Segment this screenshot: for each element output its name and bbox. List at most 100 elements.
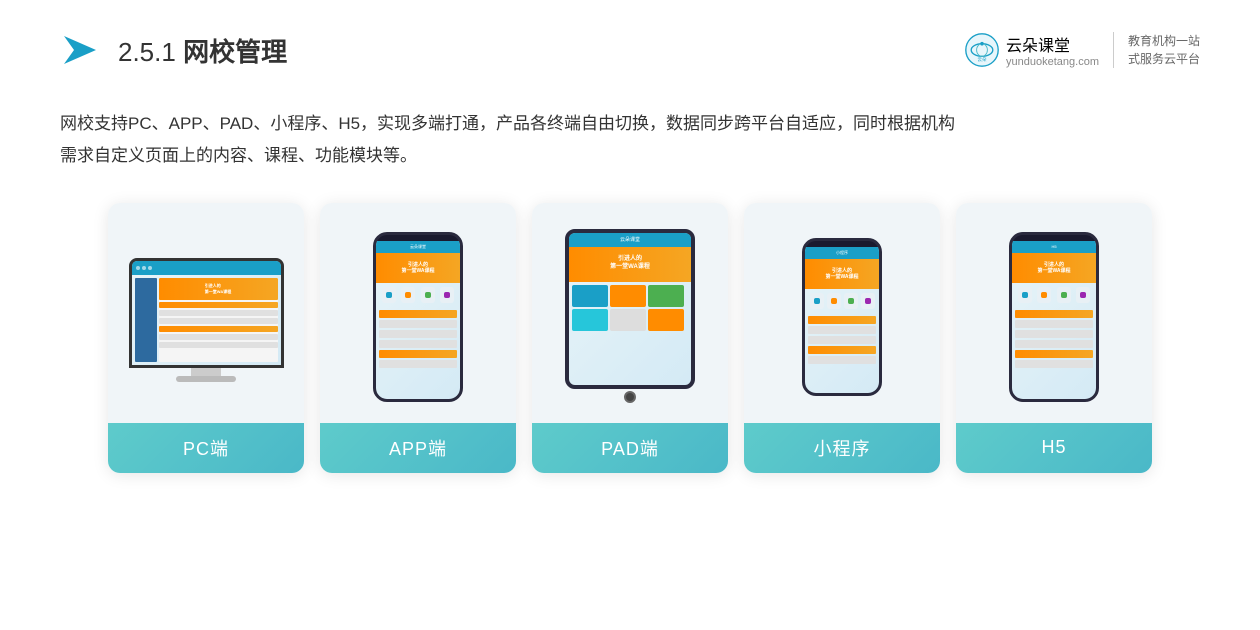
pc-screen: 引进人的第一堂WA课程: [132, 261, 281, 365]
phone-row-m4: [808, 346, 876, 354]
phone-content-h5: [1012, 307, 1096, 371]
header-left: 2.5.1 网校管理: [60, 30, 287, 70]
brand-icon: 云朵: [964, 32, 1000, 68]
pad-grid-6: [648, 309, 684, 331]
phone-frame-h5: H5 引进人的第一堂WA课程: [1009, 232, 1099, 402]
desc-line1: 网校支持PC、APP、PAD、小程序、H5，实现多端打通，产品各终端自由切换，数…: [60, 108, 1200, 140]
icon-item-m3: [844, 293, 858, 309]
desc-line2: 需求自定义页面上的内容、课程、功能模块等。: [60, 140, 1200, 172]
pc-screen-header: [132, 261, 281, 275]
phone-row-h2: [1015, 320, 1093, 328]
pc-banner: 引进人的第一堂WA课程: [159, 278, 278, 300]
card-miniprogram: 小程序 引进人的第一堂WA课程: [744, 203, 940, 473]
icon-dot-4: [444, 292, 450, 298]
phone-screen-app: 云朵课堂 引进人的第一堂WA课程: [376, 241, 460, 399]
title-text: 网校管理: [183, 37, 287, 67]
pc-sidebar: [135, 278, 157, 362]
pad-banner: 引进人的第一堂WA课程: [569, 247, 691, 282]
card-h5-label: H5: [956, 423, 1152, 473]
brand-logo: 云朵 云朵课堂 yunduoketang.com 教育机构一站 式服务云平台: [964, 32, 1200, 68]
icon-dot-m4: [865, 298, 871, 304]
card-app: 云朵课堂 引进人的第一堂WA课程: [320, 203, 516, 473]
brand-divider: [1113, 32, 1114, 68]
phone-screen-mini: 小程序 引进人的第一堂WA课程: [805, 247, 879, 393]
icon-dot-h3: [1061, 292, 1067, 298]
pc-row-2: [159, 310, 278, 316]
card-pad: 云朵课堂 引进人的第一堂WA课程: [532, 203, 728, 473]
pc-stand: [191, 368, 221, 376]
pc-row-6: [159, 342, 278, 348]
phone-row-1: [379, 310, 457, 318]
card-pc: 引进人的第一堂WA课程: [108, 203, 304, 473]
phone-row-m1: [808, 316, 876, 324]
phone-frame-mini: 小程序 引进人的第一堂WA课程: [802, 238, 882, 396]
icon-dot-3: [425, 292, 431, 298]
card-miniprogram-label: 小程序: [744, 423, 940, 473]
pad-grid-1: [572, 285, 608, 307]
cards-container: 引进人的第一堂WA课程: [60, 203, 1200, 473]
pc-row-1: [159, 302, 278, 308]
phone-row-h3: [1015, 330, 1093, 338]
section-number: 2.5.1: [118, 37, 176, 67]
pc-screen-content: 引进人的第一堂WA课程: [132, 275, 281, 365]
icon-item-3: [421, 287, 435, 303]
phone-icons-app: [376, 283, 460, 307]
icon-item-h4: [1076, 287, 1090, 303]
card-app-label: APP端: [320, 423, 516, 473]
icon-dot-h4: [1080, 292, 1086, 298]
icon-item-1: [382, 287, 396, 303]
pc-row-3: [159, 318, 278, 324]
card-pad-image: 云朵课堂 引进人的第一堂WA课程: [532, 203, 728, 423]
icon-item-m2: [827, 293, 841, 309]
pc-row-5: [159, 334, 278, 340]
device-phone-h5: H5 引进人的第一堂WA课程: [1009, 232, 1099, 402]
phone-row-3: [379, 330, 457, 338]
phone-row-m2: [808, 326, 876, 334]
phone-row-m3: [808, 336, 876, 344]
phone-content-mini: [805, 313, 879, 367]
icon-dot-m2: [831, 298, 837, 304]
phone-row-h4: [1015, 340, 1093, 348]
pc-main: 引进人的第一堂WA课程: [159, 278, 278, 362]
phone-header-app: 云朵课堂: [376, 241, 460, 253]
logo-arrow-icon: [60, 30, 100, 70]
phone-row-h1: [1015, 310, 1093, 318]
device-phone-app: 云朵课堂 引进人的第一堂WA课程: [373, 232, 463, 402]
brand-site: yunduoketang.com: [1006, 56, 1099, 68]
page-container: 2.5.1 网校管理 云朵 云朵课堂 yunduoketang.com 教育机构…: [0, 0, 1260, 630]
card-app-image: 云朵课堂 引进人的第一堂WA课程: [320, 203, 516, 423]
icon-dot-2: [405, 292, 411, 298]
icon-dot-h1: [1022, 292, 1028, 298]
icon-item-h3: [1057, 287, 1071, 303]
card-pc-label: PC端: [108, 423, 304, 473]
pad-screen: 云朵课堂 引进人的第一堂WA课程: [569, 233, 691, 385]
pc-monitor: 引进人的第一堂WA课程: [129, 258, 284, 368]
phone-header-mini: 小程序: [805, 247, 879, 259]
page-title: 2.5.1 网校管理: [118, 32, 287, 69]
phone-notch-mini: [827, 241, 857, 247]
device-pc: 引进人的第一堂WA课程: [129, 258, 284, 382]
phone-row-h5: [1015, 350, 1093, 358]
phone-row-2: [379, 320, 457, 328]
phone-banner-text-mini: 引进人的第一堂WA课程: [825, 268, 858, 280]
pc-banner-text: 引进人的第一堂WA课程: [205, 283, 231, 295]
phone-row-6: [379, 360, 457, 368]
slogan-line2: 式服务云平台: [1128, 50, 1200, 68]
device-phone-mini: 小程序 引进人的第一堂WA课程: [802, 238, 882, 396]
icon-item-4: [440, 287, 454, 303]
phone-banner-text-app: 引进人的第一堂WA课程: [401, 262, 434, 274]
pc-base: [176, 376, 236, 382]
pad-grid-2: [610, 285, 646, 307]
phone-notch-app: [403, 235, 433, 241]
icon-item-2: [401, 287, 415, 303]
card-miniprogram-image: 小程序 引进人的第一堂WA课程: [744, 203, 940, 423]
pc-dot-1: [136, 266, 140, 270]
pc-dot-2: [142, 266, 146, 270]
icon-item-h1: [1018, 287, 1032, 303]
description: 网校支持PC、APP、PAD、小程序、H5，实现多端打通，产品各终端自由切换，数…: [60, 108, 1200, 173]
icon-item-m1: [810, 293, 824, 309]
phone-content-app: [376, 307, 460, 371]
pad-banner-text: 引进人的第一堂WA课程: [610, 256, 650, 272]
card-h5: H5 引进人的第一堂WA课程: [956, 203, 1152, 473]
header: 2.5.1 网校管理 云朵 云朵课堂 yunduoketang.com 教育机构…: [60, 30, 1200, 80]
